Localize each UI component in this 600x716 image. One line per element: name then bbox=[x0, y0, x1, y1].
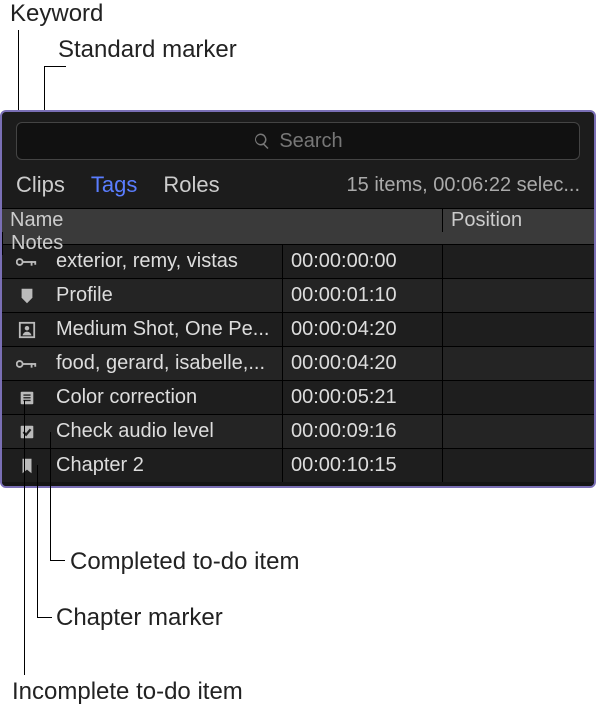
chapter-marker-icon bbox=[2, 457, 52, 475]
row-position: 00:00:05:21 bbox=[282, 381, 442, 414]
tags-list: Name Position Notes exterior, remy, vist… bbox=[2, 208, 594, 482]
row-name: Chapter 2 bbox=[52, 454, 282, 477]
row-notes bbox=[442, 449, 594, 482]
callout-incomplete-todo: Incomplete to-do item bbox=[12, 678, 243, 706]
row-notes bbox=[442, 279, 594, 312]
row-position: 00:00:04:20 bbox=[282, 347, 442, 380]
list-header: Name Position Notes bbox=[2, 208, 594, 244]
row-name: exterior, remy, vistas bbox=[52, 250, 282, 273]
table-row[interactable]: Check audio level00:00:09:16 bbox=[2, 414, 594, 448]
table-row[interactable]: food, gerard, isabelle,...00:00:04:20 bbox=[2, 346, 594, 380]
table-row[interactable]: Profile00:00:01:10 bbox=[2, 278, 594, 312]
row-position: 00:00:09:16 bbox=[282, 415, 442, 448]
tab-clips[interactable]: Clips bbox=[16, 172, 65, 198]
row-notes bbox=[442, 347, 594, 380]
callout-line bbox=[37, 465, 38, 617]
standard-marker-icon bbox=[2, 287, 52, 305]
callout-completed-todo: Completed to-do item bbox=[70, 548, 299, 576]
row-notes bbox=[442, 381, 594, 414]
table-row[interactable]: Color correction00:00:05:21 bbox=[2, 380, 594, 414]
incomplete-todo-icon bbox=[2, 389, 52, 407]
selection-status: 15 items, 00:06:22 selec... bbox=[347, 174, 580, 197]
row-notes bbox=[442, 415, 594, 448]
tab-tags[interactable]: Tags bbox=[91, 172, 137, 198]
callout-chapter-marker: Chapter marker bbox=[56, 604, 223, 632]
row-name: Profile bbox=[52, 284, 282, 307]
row-notes bbox=[442, 313, 594, 346]
callout-line bbox=[44, 66, 66, 67]
table-row[interactable]: exterior, remy, vistas00:00:00:00 bbox=[2, 244, 594, 278]
table-row[interactable]: Chapter 200:00:10:15 bbox=[2, 448, 594, 482]
row-position: 00:00:00:00 bbox=[282, 245, 442, 278]
callout-line bbox=[50, 560, 65, 561]
search-placeholder: Search bbox=[279, 130, 342, 153]
callout-keyword: Keyword bbox=[10, 0, 103, 28]
row-name: Check audio level bbox=[52, 420, 282, 443]
timeline-index-panel: Search Clips Tags Roles 15 items, 00:06:… bbox=[0, 110, 596, 488]
row-notes bbox=[442, 245, 594, 278]
analysis-icon bbox=[2, 321, 52, 339]
row-position: 00:00:10:15 bbox=[282, 449, 442, 482]
callout-line bbox=[24, 400, 25, 675]
row-name: Color correction bbox=[52, 386, 282, 409]
search-icon bbox=[253, 132, 271, 150]
tab-roles[interactable]: Roles bbox=[163, 172, 219, 198]
column-name[interactable]: Name bbox=[2, 209, 282, 232]
tab-row: Clips Tags Roles 15 items, 00:06:22 sele… bbox=[2, 166, 594, 208]
completed-todo-icon bbox=[2, 423, 52, 441]
panel-footer bbox=[2, 482, 594, 486]
search-field[interactable]: Search bbox=[16, 122, 580, 160]
callout-line bbox=[50, 432, 51, 560]
keyword-icon bbox=[2, 355, 52, 373]
row-position: 00:00:04:20 bbox=[282, 313, 442, 346]
table-row[interactable]: Medium Shot, One Pe...00:00:04:20 bbox=[2, 312, 594, 346]
row-name: Medium Shot, One Pe... bbox=[52, 318, 282, 341]
row-name: food, gerard, isabelle,... bbox=[52, 352, 282, 375]
callout-standard-marker: Standard marker bbox=[58, 36, 237, 64]
row-position: 00:00:01:10 bbox=[282, 279, 442, 312]
column-position[interactable]: Position bbox=[442, 209, 594, 232]
callout-line bbox=[37, 617, 52, 618]
keyword-icon bbox=[2, 253, 52, 271]
